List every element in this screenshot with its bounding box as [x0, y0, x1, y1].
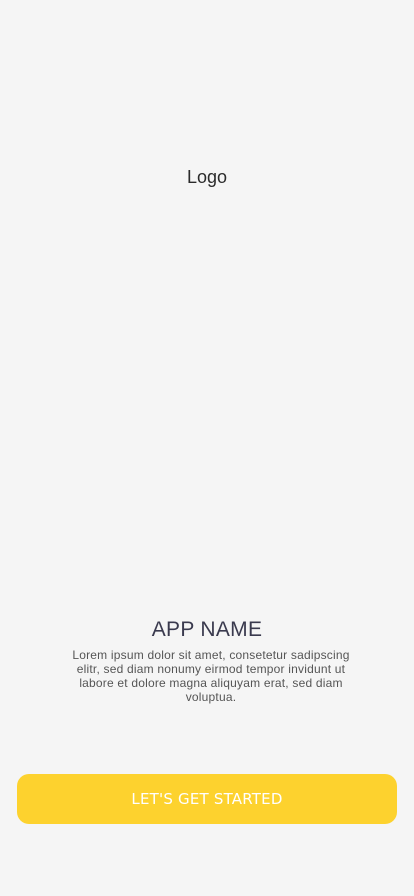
- app-name-title: APP NAME: [151, 618, 263, 641]
- app-description: Lorem ipsum dolor sit amet, consetetur s…: [72, 648, 350, 704]
- logo: Logo: [186, 167, 228, 187]
- get-started-button[interactable]: LET'S GET STARTED: [17, 774, 397, 824]
- get-started-button-label: LET'S GET STARTED: [131, 790, 283, 808]
